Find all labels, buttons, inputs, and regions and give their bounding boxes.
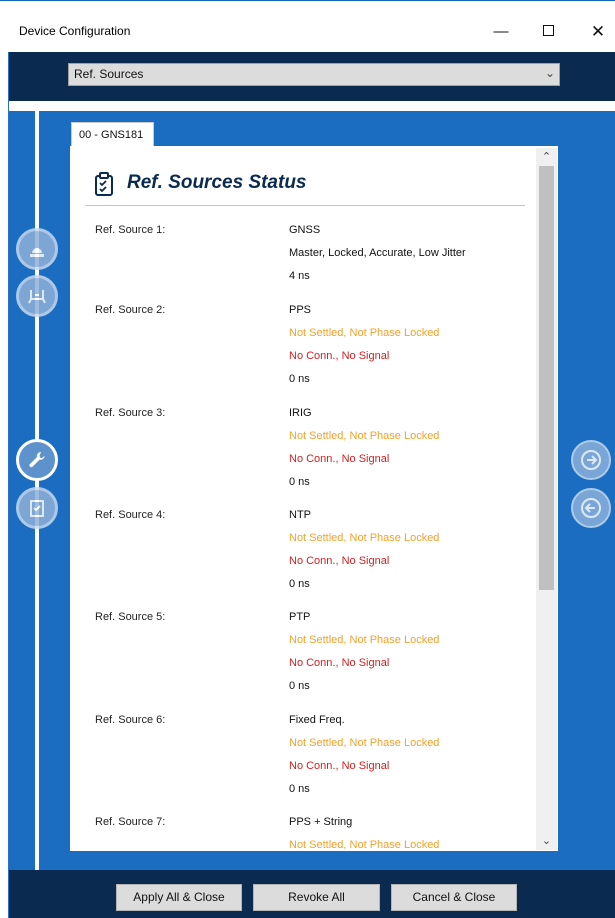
ref-source-value: PPS [289, 304, 312, 316]
ref-source-value: Fixed Freq. [289, 714, 345, 726]
window-title: Device Configuration [19, 24, 131, 38]
ref-sources-select[interactable]: Ref. Sources ⌄ [68, 63, 560, 86]
cancel-close-button[interactable]: Cancel & Close [391, 884, 517, 911]
ref-source-value: GNSS [289, 224, 321, 236]
ref-source-values: PPS Not Settled, Not Phase Locked No Conn.… [289, 304, 439, 396]
ref-source-value: NTP [289, 509, 311, 521]
next-arrow-glyph [581, 450, 601, 470]
maximize-icon [542, 25, 554, 37]
ref-source-label: Ref. Source 5: [95, 611, 166, 623]
status-panel: Ref. Sources Status Ref. Source 1: GNSS Ma… [70, 146, 558, 851]
ref-source-value: Master, Locked, Accurate, Low Jitter [289, 247, 466, 259]
ref-source-label: Ref. Source 4: [95, 509, 166, 521]
ref-source-value: 0 ns [289, 373, 310, 385]
title-bar: Device Configuration — ✕ [0, 1, 615, 52]
vertical-scrollbar[interactable]: ⌃ ⌄ [536, 148, 557, 850]
ref-source-label: Ref. Source 6: [95, 714, 166, 726]
ref-source-row: Ref. Source 1: GNSS Master, Locked, Accura… [70, 214, 540, 294]
clipboard-check-icon [95, 172, 113, 196]
ref-source-values: NTP Not Settled, Not Phase Locked No Conn.… [289, 509, 439, 601]
next-arrow-icon[interactable] [571, 440, 611, 480]
minimize-button[interactable]: — [486, 19, 516, 45]
wrench-icon-glyph [29, 451, 45, 468]
checklist-icon-glyph [30, 500, 44, 517]
ref-source-row: Ref. Source 6: Fixed Freq. Not Settled, No… [70, 704, 540, 806]
ref-source-value: Not Settled, Not Phase Locked [289, 737, 440, 749]
prev-arrow-icon[interactable] [571, 488, 611, 528]
panel-title: Ref. Sources Status [127, 172, 307, 193]
ref-source-value: No Conn., No Signal [289, 760, 390, 772]
ref-source-value: Not Settled, Not Phase Locked [289, 430, 440, 442]
ref-source-value: 0 ns [289, 578, 310, 590]
ref-source-value: PTP [289, 611, 311, 623]
prev-arrow-glyph [581, 498, 601, 518]
ref-source-value: Not Settled, Not Phase Locked [289, 327, 440, 339]
title-divider [85, 205, 525, 206]
ref-source-value: No Conn., No Signal [289, 555, 390, 567]
ref-source-value: Not Settled, Not Phase Locked [289, 532, 440, 544]
network-icon-glyph [28, 290, 46, 304]
network-icon[interactable] [16, 275, 58, 317]
ref-source-label: Ref. Source 3: [95, 407, 166, 419]
ref-source-row: Ref. Source 2: PPS Not Settled, Not Phase … [70, 294, 540, 397]
scroll-thumb[interactable] [539, 166, 554, 590]
device-icon-glyph [30, 248, 44, 257]
ref-source-value: No Conn., No Signal [289, 453, 390, 465]
window-left-edge [0, 52, 9, 918]
ref-source-label: Ref. Source 1: [95, 224, 166, 236]
select-value: Ref. Sources [74, 67, 144, 81]
ref-source-value: 4 ns [289, 270, 310, 282]
ref-sources-list: Ref. Source 1: GNSS Master, Locked, Accura… [70, 214, 540, 851]
ref-source-values: Fixed Freq. Not Settled, Not Phase Locked… [289, 714, 439, 806]
ref-source-values: GNSS Master, Locked, Accurate, Low Jitter… [289, 224, 466, 293]
scroll-up-arrow-icon[interactable]: ⌃ [536, 148, 557, 166]
main-top-divider [9, 101, 615, 111]
ref-source-value: PPS + String [289, 816, 353, 828]
ref-source-row: Ref. Source 7: PPS + String Not Settled, N… [70, 806, 540, 851]
revoke-all-button[interactable]: Revoke All [253, 884, 380, 911]
ref-source-value: Not Settled, Not Phase Locked [289, 839, 440, 851]
chevron-down-icon: ⌄ [544, 66, 555, 80]
ref-source-value: IRIG [289, 407, 312, 419]
ref-source-values: PTP Not Settled, Not Phase Locked No Conn.… [289, 611, 439, 703]
apply-all-close-button[interactable]: Apply All & Close [116, 884, 242, 911]
ref-source-row: Ref. Source 5: PTP Not Settled, Not Phase … [70, 601, 540, 704]
ref-source-value: 0 ns [289, 680, 310, 692]
ref-source-value: 0 ns [289, 476, 310, 488]
ref-source-value: No Conn., No Signal [289, 657, 390, 669]
scroll-down-arrow-icon[interactable]: ⌄ [536, 832, 557, 850]
tab-gns181[interactable]: 00 - GNS181 [71, 122, 154, 147]
ref-source-value: 0 ns [289, 783, 310, 795]
ref-source-label: Ref. Source 2: [95, 304, 166, 316]
wrench-icon[interactable] [16, 439, 58, 481]
maximize-button[interactable] [533, 19, 563, 45]
ref-source-value: No Conn., No Signal [289, 350, 390, 362]
ref-source-label: Ref. Source 7: [95, 816, 166, 828]
close-button[interactable]: ✕ [583, 19, 613, 45]
ref-source-row: Ref. Source 4: NTP Not Settled, Not Phase … [70, 499, 540, 601]
ref-source-value: Not Settled, Not Phase Locked [289, 634, 440, 646]
ref-source-row: Ref. Source 3: IRIG Not Settled, Not Phase… [70, 397, 540, 499]
ref-source-values: PPS + String Not Settled, Not Phase Locke… [289, 816, 439, 851]
device-icon[interactable] [16, 228, 58, 270]
ref-source-values: IRIG Not Settled, Not Phase Locked No Conn… [289, 407, 439, 499]
checklist-icon[interactable] [16, 487, 58, 529]
